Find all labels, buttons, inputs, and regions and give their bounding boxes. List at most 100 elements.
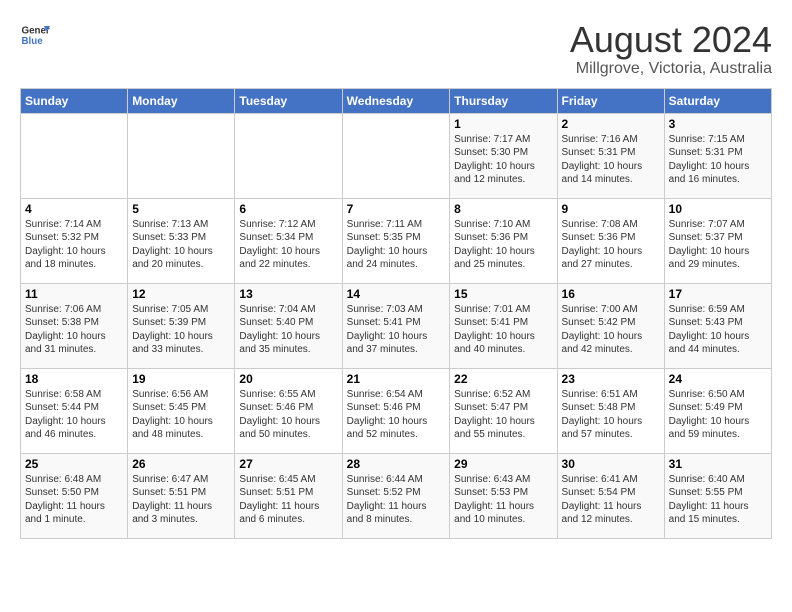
day-number: 2 — [562, 117, 660, 131]
logo-icon: General Blue — [20, 20, 50, 50]
day-info: Sunrise: 7:06 AM Sunset: 5:38 PM Dayligh… — [25, 303, 123, 357]
calendar-week-5: 25Sunrise: 6:48 AM Sunset: 5:50 PM Dayli… — [21, 453, 772, 538]
day-number: 19 — [132, 372, 230, 386]
calendar-cell: 2 Sunrise: 7:16 AM Sunset: 5:31 PM Daylig… — [557, 113, 664, 198]
day-info: Sunrise: 6:52 AM Sunset: 5:47 PM Dayligh… — [454, 388, 552, 442]
calendar-cell: 21Sunrise: 6:54 AM Sunset: 5:46 PM Dayli… — [342, 368, 450, 453]
day-number: 3 — [669, 117, 767, 131]
calendar-cell: 3 Sunrise: 7:15 AM Sunset: 5:31 PM Daylig… — [664, 113, 771, 198]
day-info: Sunrise: 7:01 AM Sunset: 5:41 PM Dayligh… — [454, 303, 552, 357]
day-number: 12 — [132, 287, 230, 301]
calendar-cell: 5Sunrise: 7:13 AM Sunset: 5:33 PM Daylig… — [128, 198, 235, 283]
day-number: 18 — [25, 372, 123, 386]
logo: General Blue — [20, 20, 50, 50]
day-header-saturday: Saturday — [664, 88, 771, 113]
day-number: 11 — [25, 287, 123, 301]
day-info: Sunrise: 6:56 AM Sunset: 5:45 PM Dayligh… — [132, 388, 230, 442]
calendar-cell: 11 Sunrise: 7:06 AM Sunset: 5:38 PM Dayli… — [21, 283, 128, 368]
calendar-cell: 30Sunrise: 6:41 AM Sunset: 5:54 PM Dayli… — [557, 453, 664, 538]
location-subtitle: Millgrove, Victoria, Australia — [570, 60, 772, 78]
day-number: 14 — [347, 287, 446, 301]
calendar-cell: 16 Sunrise: 7:00 AM Sunset: 5:42 PM Dayli… — [557, 283, 664, 368]
calendar-cell: 17 Sunrise: 6:59 AM Sunset: 5:43 PM Dayli… — [664, 283, 771, 368]
calendar-cell: 27Sunrise: 6:45 AM Sunset: 5:51 PM Dayli… — [235, 453, 342, 538]
calendar-cell: 31 Sunrise: 6:40 AM Sunset: 5:55 PM Dayli… — [664, 453, 771, 538]
day-info: Sunrise: 7:17 AM Sunset: 5:30 PM Dayligh… — [454, 133, 552, 187]
page-header: General Blue August 2024 Millgrove, Vict… — [20, 20, 772, 78]
calendar-cell: 13Sunrise: 7:04 AM Sunset: 5:40 PM Dayli… — [235, 283, 342, 368]
day-number: 5 — [132, 202, 230, 216]
day-info: Sunrise: 6:47 AM Sunset: 5:51 PM Dayligh… — [132, 473, 230, 527]
day-number: 22 — [454, 372, 552, 386]
day-header-friday: Friday — [557, 88, 664, 113]
day-info: Sunrise: 6:55 AM Sunset: 5:46 PM Dayligh… — [239, 388, 337, 442]
calendar-cell — [235, 113, 342, 198]
day-number: 31 — [669, 457, 767, 471]
calendar-week-2: 4 Sunrise: 7:14 AM Sunset: 5:32 PM Daylig… — [21, 198, 772, 283]
month-year-title: August 2024 — [570, 20, 772, 60]
calendar-table: SundayMondayTuesdayWednesdayThursdayFrid… — [20, 88, 772, 539]
day-info: Sunrise: 6:44 AM Sunset: 5:52 PM Dayligh… — [347, 473, 446, 527]
calendar-week-1: 1Sunrise: 7:17 AM Sunset: 5:30 PM Daylig… — [21, 113, 772, 198]
day-number: 17 — [669, 287, 767, 301]
day-number: 20 — [239, 372, 337, 386]
day-info: Sunrise: 6:40 AM Sunset: 5:55 PM Dayligh… — [669, 473, 767, 527]
calendar-cell: 10Sunrise: 7:07 AM Sunset: 5:37 PM Dayli… — [664, 198, 771, 283]
day-headers-row: SundayMondayTuesdayWednesdayThursdayFrid… — [21, 88, 772, 113]
calendar-week-3: 11 Sunrise: 7:06 AM Sunset: 5:38 PM Dayli… — [21, 283, 772, 368]
day-number: 23 — [562, 372, 660, 386]
title-block: August 2024 Millgrove, Victoria, Austral… — [570, 20, 772, 78]
calendar-cell: 19 Sunrise: 6:56 AM Sunset: 5:45 PM Dayli… — [128, 368, 235, 453]
day-info: Sunrise: 6:41 AM Sunset: 5:54 PM Dayligh… — [562, 473, 660, 527]
day-header-sunday: Sunday — [21, 88, 128, 113]
day-info: Sunrise: 7:12 AM Sunset: 5:34 PM Dayligh… — [239, 218, 337, 272]
day-info: Sunrise: 7:10 AM Sunset: 5:36 PM Dayligh… — [454, 218, 552, 272]
calendar-cell: 24Sunrise: 6:50 AM Sunset: 5:49 PM Dayli… — [664, 368, 771, 453]
day-header-thursday: Thursday — [450, 88, 557, 113]
day-header-tuesday: Tuesday — [235, 88, 342, 113]
day-number: 29 — [454, 457, 552, 471]
day-info: Sunrise: 7:15 AM Sunset: 5:31 PM Dayligh… — [669, 133, 767, 187]
calendar-cell: 26 Sunrise: 6:47 AM Sunset: 5:51 PM Dayli… — [128, 453, 235, 538]
day-number: 10 — [669, 202, 767, 216]
day-info: Sunrise: 7:05 AM Sunset: 5:39 PM Dayligh… — [132, 303, 230, 357]
day-info: Sunrise: 7:03 AM Sunset: 5:41 PM Dayligh… — [347, 303, 446, 357]
day-info: Sunrise: 7:14 AM Sunset: 5:32 PM Dayligh… — [25, 218, 123, 272]
day-number: 25 — [25, 457, 123, 471]
day-number: 24 — [669, 372, 767, 386]
calendar-cell: 4 Sunrise: 7:14 AM Sunset: 5:32 PM Daylig… — [21, 198, 128, 283]
calendar-cell: 14 Sunrise: 7:03 AM Sunset: 5:41 PM Dayli… — [342, 283, 450, 368]
calendar-cell: 23 Sunrise: 6:51 AM Sunset: 5:48 PM Dayli… — [557, 368, 664, 453]
calendar-week-4: 18 Sunrise: 6:58 AM Sunset: 5:44 PM Dayli… — [21, 368, 772, 453]
day-number: 9 — [562, 202, 660, 216]
svg-text:Blue: Blue — [22, 36, 44, 47]
day-number: 26 — [132, 457, 230, 471]
day-number: 28 — [347, 457, 446, 471]
calendar-cell: 1Sunrise: 7:17 AM Sunset: 5:30 PM Daylig… — [450, 113, 557, 198]
calendar-cell: 9Sunrise: 7:08 AM Sunset: 5:36 PM Daylig… — [557, 198, 664, 283]
calendar-cell: 25Sunrise: 6:48 AM Sunset: 5:50 PM Dayli… — [21, 453, 128, 538]
day-info: Sunrise: 6:51 AM Sunset: 5:48 PM Dayligh… — [562, 388, 660, 442]
day-number: 8 — [454, 202, 552, 216]
calendar-cell: 12 Sunrise: 7:05 AM Sunset: 5:39 PM Dayli… — [128, 283, 235, 368]
day-number: 16 — [562, 287, 660, 301]
calendar-cell: 20 Sunrise: 6:55 AM Sunset: 5:46 PM Dayli… — [235, 368, 342, 453]
calendar-cell — [342, 113, 450, 198]
day-number: 13 — [239, 287, 337, 301]
day-number: 15 — [454, 287, 552, 301]
calendar-header: SundayMondayTuesdayWednesdayThursdayFrid… — [21, 88, 772, 113]
day-info: Sunrise: 6:58 AM Sunset: 5:44 PM Dayligh… — [25, 388, 123, 442]
day-info: Sunrise: 7:16 AM Sunset: 5:31 PM Dayligh… — [562, 133, 660, 187]
day-number: 4 — [25, 202, 123, 216]
calendar-cell: 18 Sunrise: 6:58 AM Sunset: 5:44 PM Dayli… — [21, 368, 128, 453]
day-number: 21 — [347, 372, 446, 386]
calendar-cell: 28 Sunrise: 6:44 AM Sunset: 5:52 PM Dayli… — [342, 453, 450, 538]
day-header-wednesday: Wednesday — [342, 88, 450, 113]
day-info: Sunrise: 7:00 AM Sunset: 5:42 PM Dayligh… — [562, 303, 660, 357]
day-info: Sunrise: 7:11 AM Sunset: 5:35 PM Dayligh… — [347, 218, 446, 272]
calendar-cell — [128, 113, 235, 198]
day-header-monday: Monday — [128, 88, 235, 113]
day-info: Sunrise: 6:59 AM Sunset: 5:43 PM Dayligh… — [669, 303, 767, 357]
day-info: Sunrise: 6:45 AM Sunset: 5:51 PM Dayligh… — [239, 473, 337, 527]
calendar-cell: 22 Sunrise: 6:52 AM Sunset: 5:47 PM Dayli… — [450, 368, 557, 453]
